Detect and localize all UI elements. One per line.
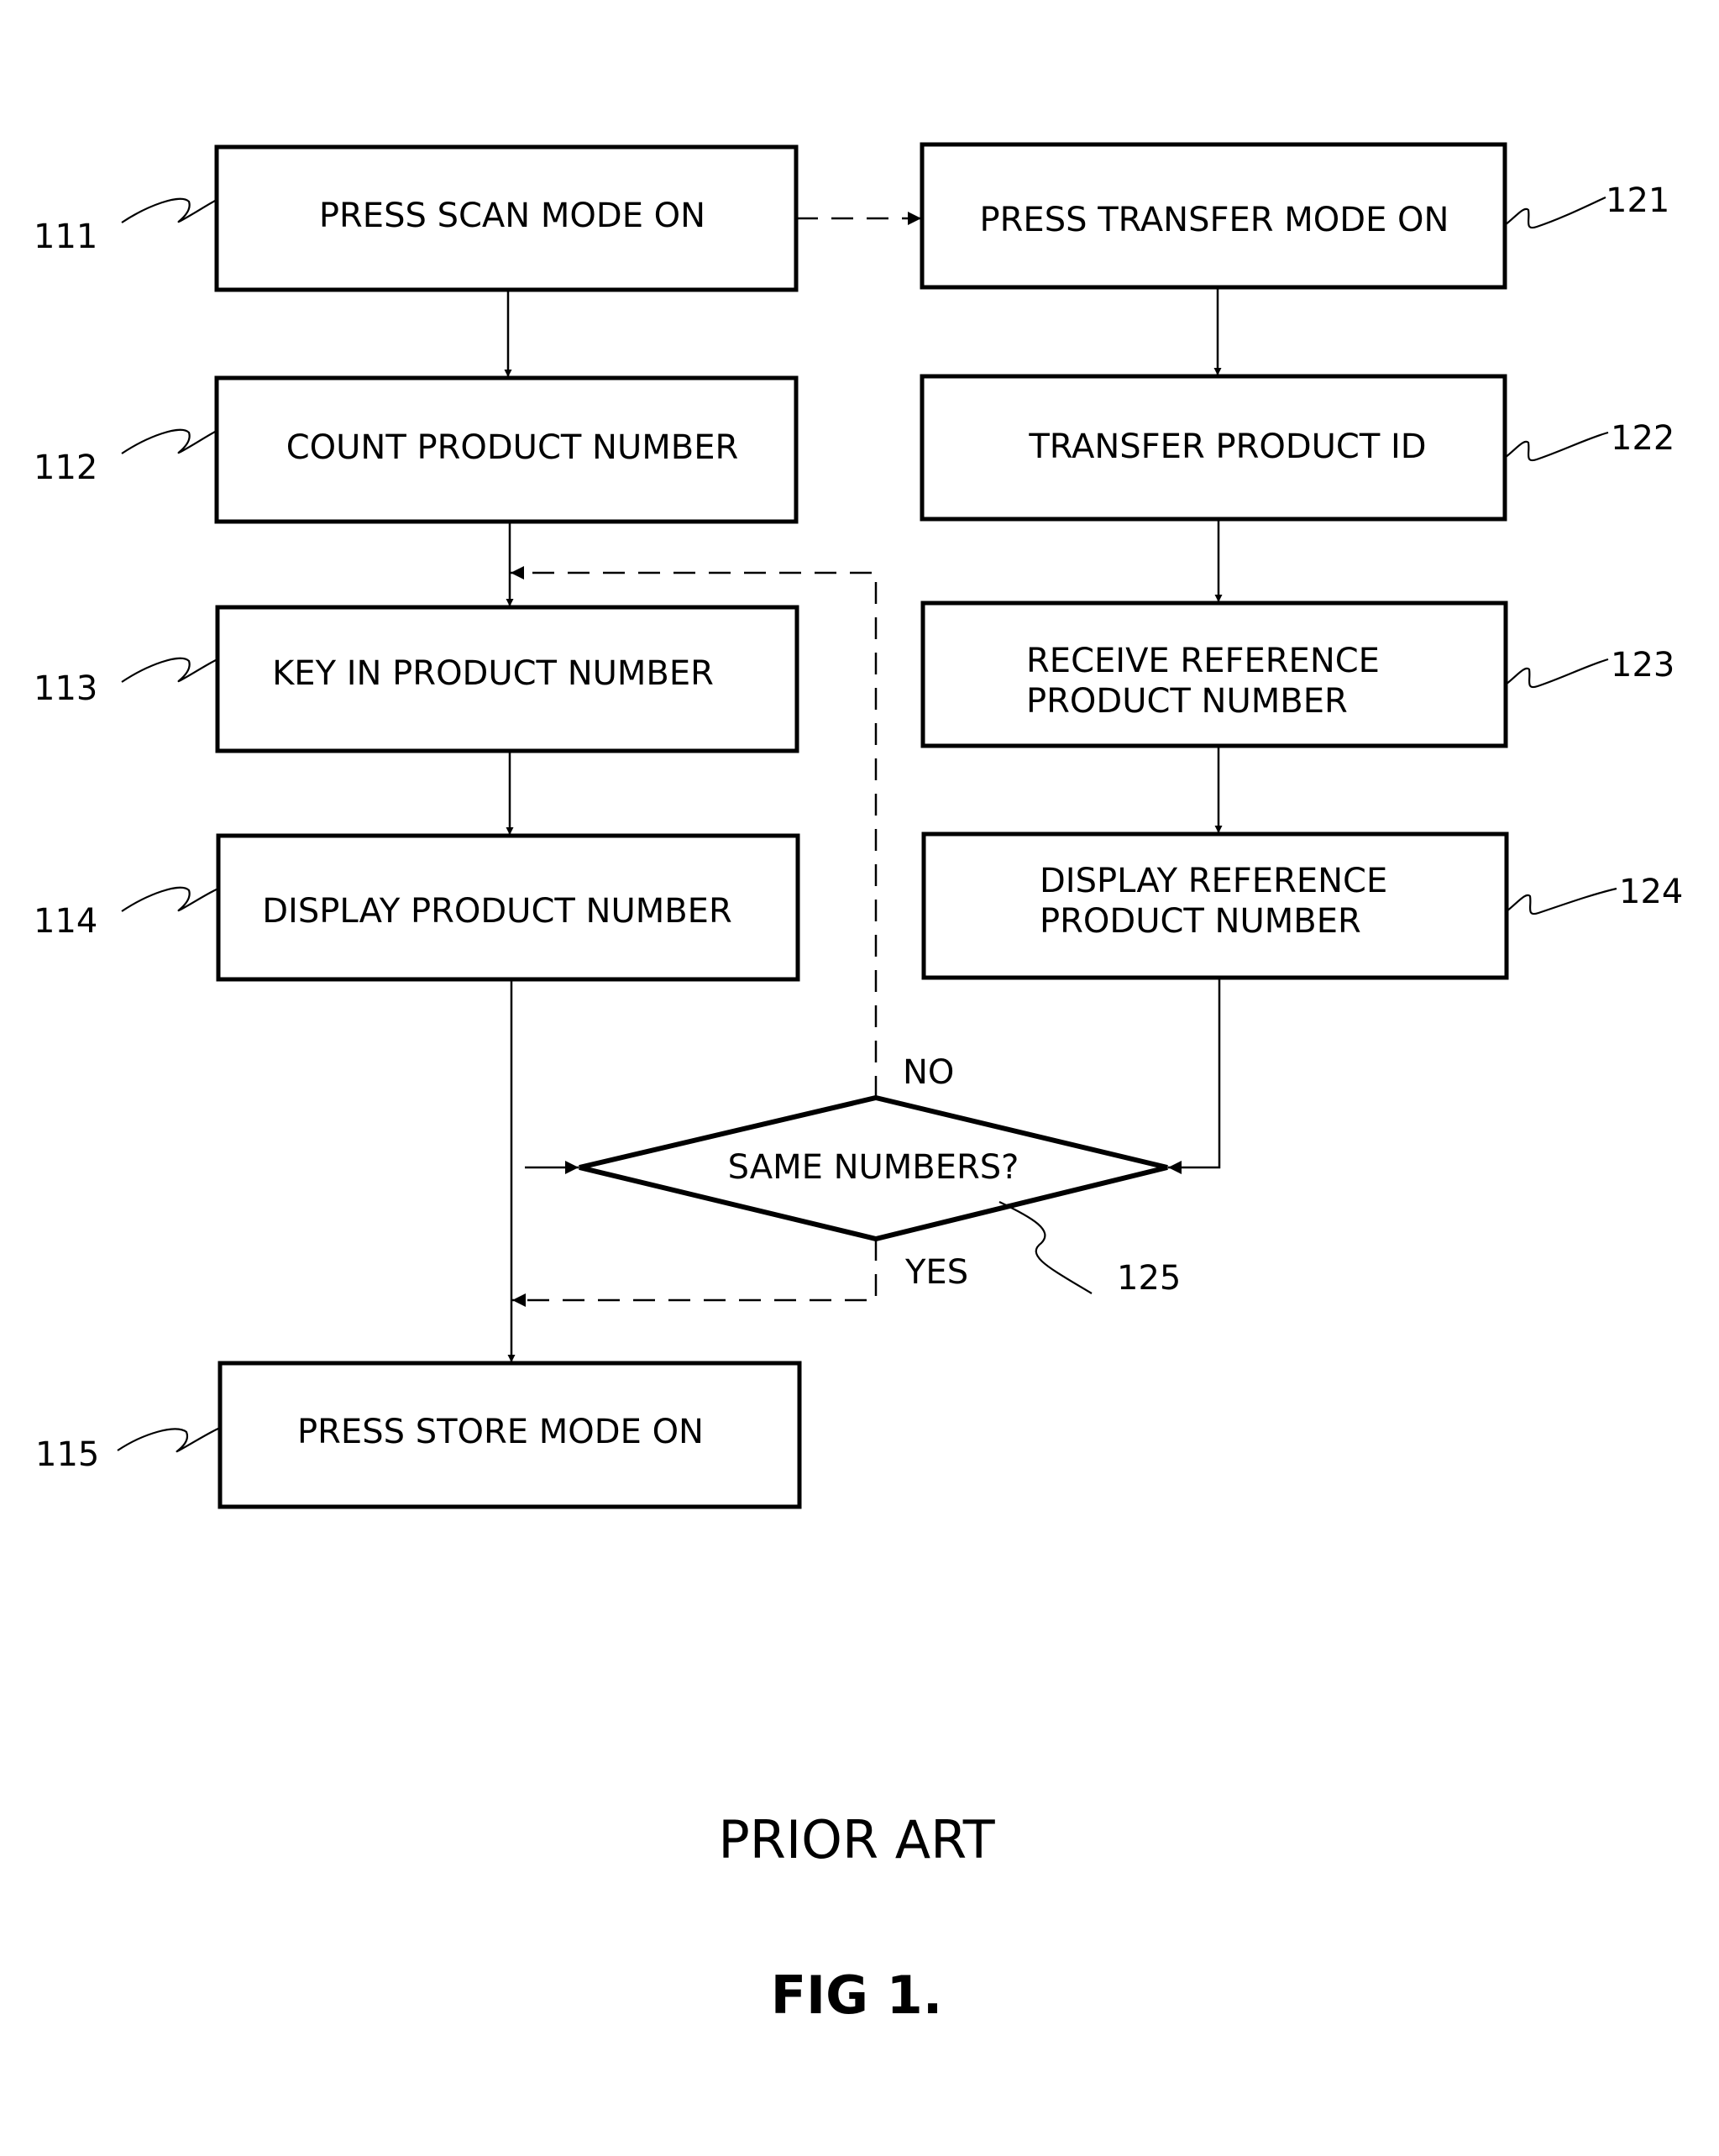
decision-125: SAME NUMBERS? NO YES [579, 1053, 1168, 1292]
step-123-label-line1: RECEIVE REFERENCE [1026, 642, 1380, 680]
flowchart: PRESS SCAN MODE ON COUNT PRODUCT NUMBER … [34, 142, 1683, 2026]
step-121-label: PRESS TRANSFER MODE ON [980, 201, 1449, 239]
step-123: RECEIVE REFERENCE PRODUCT NUMBER [920, 601, 1508, 748]
ref-125: 125 [1117, 1259, 1181, 1298]
step-124-label-line1: DISPLAY REFERENCE [1040, 862, 1387, 900]
step-122-label: TRANSFER PRODUCT ID [1028, 428, 1426, 466]
leader-111 [121, 197, 217, 223]
leader-125 [998, 1201, 1093, 1294]
leader-124 [1506, 887, 1617, 915]
leader-113 [121, 657, 218, 683]
step-122: TRANSFER PRODUCT ID [920, 374, 1507, 522]
step-124: DISPLAY REFERENCE PRODUCT NUMBER [921, 831, 1509, 980]
step-124-label-line2: PRODUCT NUMBER [1040, 902, 1361, 941]
step-123-label-line2: PRODUCT NUMBER [1026, 682, 1348, 721]
leader-122 [1504, 431, 1609, 462]
ref-123: 123 [1611, 646, 1674, 685]
prior-art-caption: PRIOR ART [718, 1809, 995, 1870]
step-111: PRESS SCAN MODE ON [214, 144, 799, 292]
ref-121: 121 [1606, 181, 1669, 220]
figure-title: FIG 1. [771, 1965, 943, 2026]
leader-123 [1505, 658, 1609, 689]
step-115-label: PRESS STORE MODE ON [297, 1413, 704, 1451]
leader-115 [117, 1426, 221, 1453]
ref-114: 114 [34, 902, 97, 941]
leader-121 [1504, 196, 1606, 229]
ref-113: 113 [34, 669, 97, 708]
step-112: COUNT PRODUCT NUMBER [214, 375, 799, 524]
ref-115: 115 [35, 1435, 99, 1474]
leader-114 [121, 886, 219, 912]
flow-124-to-decision [1168, 978, 1221, 1174]
decision-yes-label: YES [904, 1253, 968, 1292]
step-112-label: COUNT PRODUCT NUMBER [286, 428, 739, 467]
step-114: DISPLAY PRODUCT NUMBER [216, 833, 800, 982]
step-114-label: DISPLAY PRODUCT NUMBER [262, 892, 732, 931]
step-113: KEY IN PRODUCT NUMBER [215, 605, 799, 753]
ref-122: 122 [1611, 419, 1674, 458]
step-113-label: KEY IN PRODUCT NUMBER [272, 654, 714, 693]
leader-112 [121, 428, 217, 454]
decision-no-label: NO [903, 1053, 954, 1092]
step-111-label: PRESS SCAN MODE ON [319, 197, 705, 235]
flow-yes-to-115 [512, 1239, 878, 1307]
decision-label: SAME NUMBERS? [728, 1148, 1019, 1187]
step-121: PRESS TRANSFER MODE ON [920, 142, 1507, 290]
step-115: PRESS STORE MODE ON [217, 1361, 802, 1509]
ref-111: 111 [34, 218, 97, 256]
ref-112: 112 [34, 449, 97, 487]
ref-124: 124 [1619, 873, 1683, 911]
